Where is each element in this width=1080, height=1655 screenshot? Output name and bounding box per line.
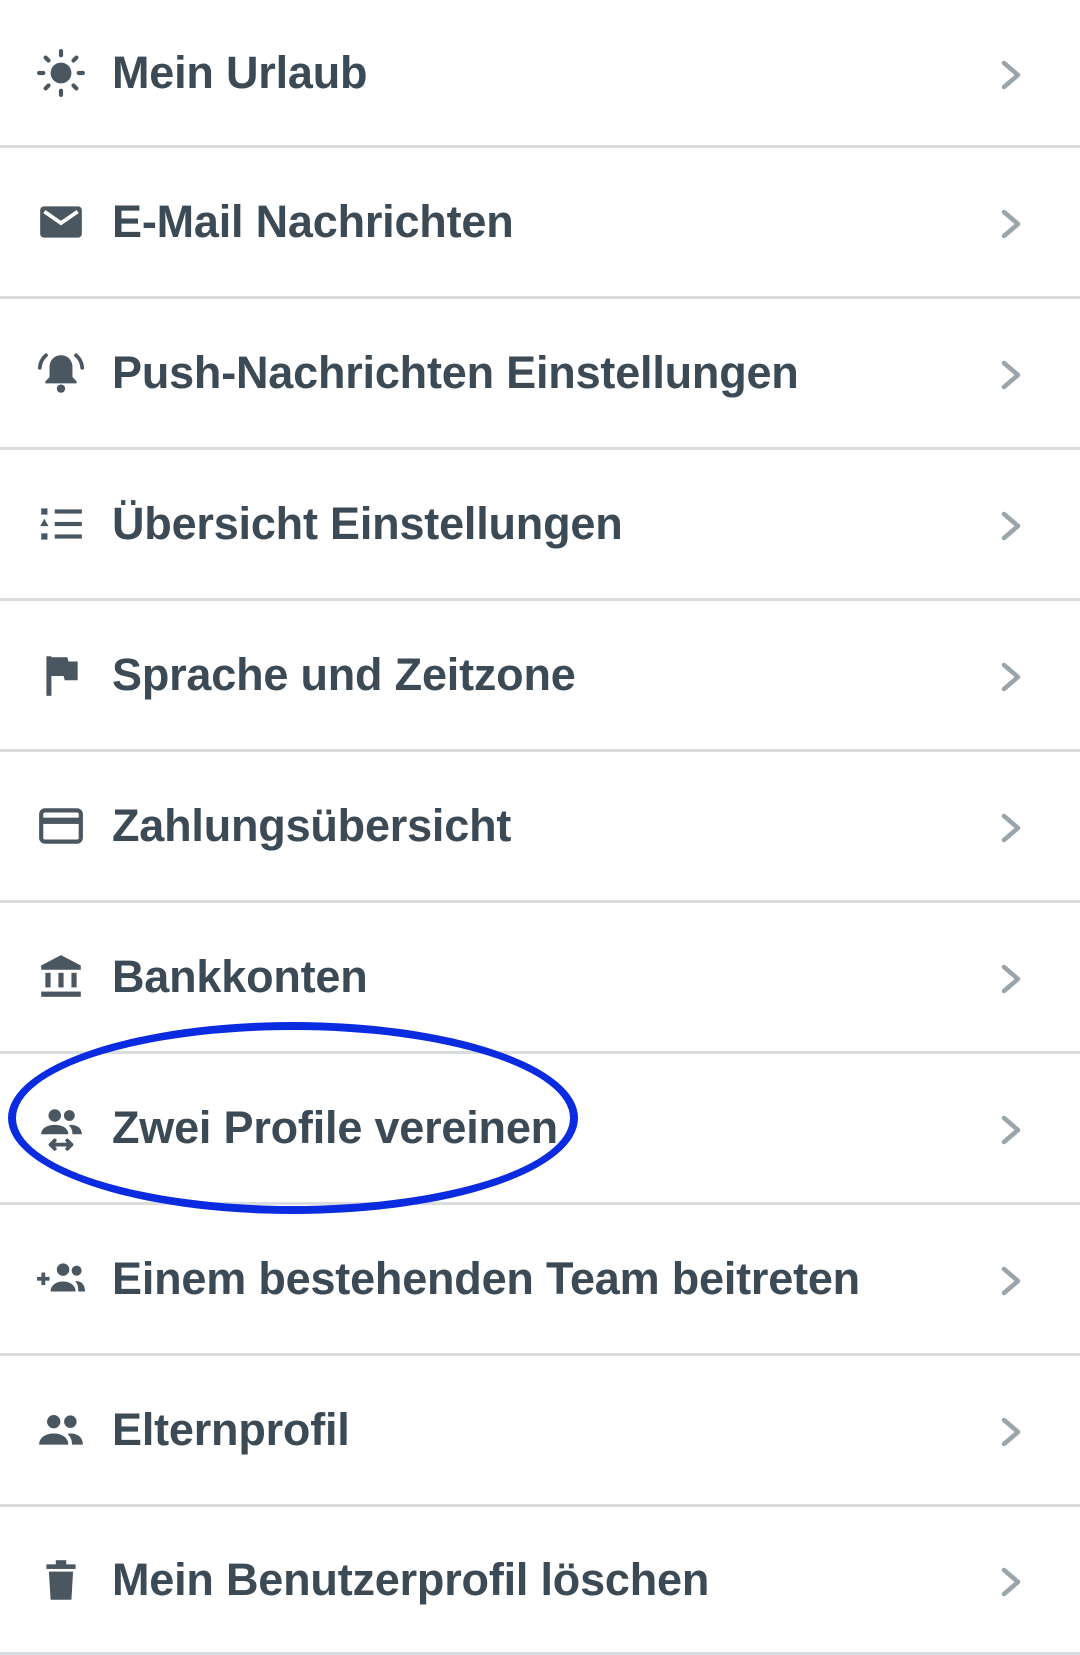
menu-item-profil-loeschen[interactable]: Mein Benutzerprofil löschen [0,1507,1080,1655]
flag-icon [33,647,89,703]
add-group-icon [33,1251,89,1307]
chevron-right-icon [996,1110,1026,1150]
menu-item-profile-vereinen[interactable]: Zwei Profile vereinen [0,1054,1080,1205]
menu-item-elternprofil[interactable]: Elternprofil [0,1356,1080,1507]
bell-ring-icon [33,345,89,401]
chevron-right-icon [996,204,1026,244]
menu-item-label: Übersicht Einstellungen [112,498,623,549]
settings-menu: Mein Urlaub E-Mail Nachrichten Push-Nach… [0,0,1080,1655]
menu-item-label: Push-Nachrichten Einstellungen [112,347,799,398]
chevron-right-icon [996,355,1026,395]
menu-item-label: Mein Urlaub [112,46,368,98]
trash-icon [33,1552,89,1608]
people-icon [33,1402,89,1458]
chevron-right-icon [996,506,1026,546]
menu-item-label: Zwei Profile vereinen [112,1102,558,1153]
menu-item-zahlung[interactable]: Zahlungsübersicht [0,752,1080,903]
menu-item-label: Zahlungsübersicht [112,800,512,851]
menu-item-label: Einem bestehenden Team beitreten [112,1253,860,1304]
sun-icon [33,45,89,101]
chevron-right-icon [996,55,1026,95]
menu-item-label: Elternprofil [112,1404,350,1455]
chevron-right-icon [996,808,1026,848]
menu-item-push[interactable]: Push-Nachrichten Einstellungen [0,299,1080,450]
menu-item-bankkonten[interactable]: Bankkonten [0,903,1080,1054]
credit-card-icon [33,798,89,854]
chevron-right-icon [996,959,1026,999]
chevron-right-icon [996,657,1026,697]
menu-item-sprache[interactable]: Sprache und Zeitzone [0,601,1080,752]
chevron-right-icon [996,1562,1026,1602]
menu-item-mein-urlaub[interactable]: Mein Urlaub [0,0,1080,148]
menu-item-label: Bankkonten [112,951,368,1002]
mail-icon [33,194,89,250]
list-settings-icon [33,496,89,552]
menu-item-label: Mein Benutzerprofil löschen [112,1553,710,1605]
menu-item-email[interactable]: E-Mail Nachrichten [0,148,1080,299]
menu-item-label: E-Mail Nachrichten [112,196,514,247]
bank-icon [33,949,89,1005]
menu-item-label: Sprache und Zeitzone [112,649,576,700]
chevron-right-icon [996,1412,1026,1452]
menu-item-uebersicht[interactable]: Übersicht Einstellungen [0,450,1080,601]
chevron-right-icon [996,1261,1026,1301]
merge-people-icon [33,1100,89,1156]
menu-item-team-beitreten[interactable]: Einem bestehenden Team beitreten [0,1205,1080,1356]
